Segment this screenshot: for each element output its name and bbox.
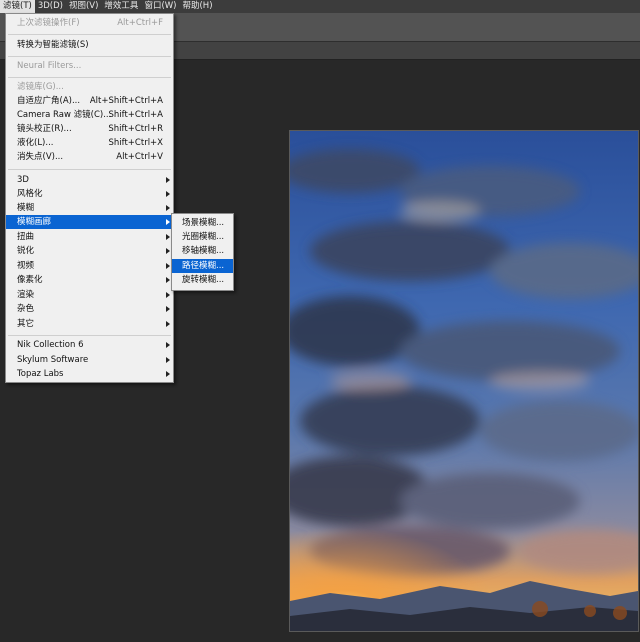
- submenu-arrow-icon: [166, 205, 170, 211]
- menu-separator: [8, 169, 171, 170]
- menu-3d[interactable]: 3D(D): [35, 0, 66, 13]
- menu-item-3d[interactable]: 3D: [6, 173, 173, 187]
- menu-item-blur-gallery[interactable]: 模糊画廊: [6, 215, 173, 229]
- menu-item-video[interactable]: 视频: [6, 259, 173, 273]
- menu-item-neural-filters[interactable]: Neural Filters...: [6, 59, 173, 73]
- menu-item-other[interactable]: 其它: [6, 317, 173, 331]
- submenu-item-path-blur[interactable]: 路径模糊...: [172, 259, 233, 273]
- menu-item-skylum-software[interactable]: Skylum Software: [6, 353, 173, 367]
- submenu-item-tilt-shift[interactable]: 移轴模糊...: [172, 244, 233, 258]
- menu-item-distort[interactable]: 扭曲: [6, 230, 173, 244]
- menu-item-camera-raw[interactable]: Camera Raw 滤镜(C)... Shift+Ctrl+A: [6, 108, 173, 122]
- menu-item-lens-correction[interactable]: 镜头校正(R)... Shift+Ctrl+R: [6, 122, 173, 136]
- menu-separator: [8, 77, 171, 78]
- menu-item-render[interactable]: 渲染: [6, 288, 173, 302]
- menu-item-convert-smart-filter[interactable]: 转换为智能滤镜(S): [6, 38, 173, 52]
- menu-separator: [8, 56, 171, 57]
- filter-menu-dropdown: 上次滤镜操作(F) Alt+Ctrl+F 转换为智能滤镜(S) Neural F…: [5, 13, 174, 383]
- submenu-arrow-icon: [166, 263, 170, 269]
- submenu-item-iris-blur[interactable]: 光圈模糊...: [172, 230, 233, 244]
- submenu-arrow-icon: [166, 371, 170, 377]
- submenu-item-spin-blur[interactable]: 旋转模糊...: [172, 273, 233, 287]
- menu-plugins[interactable]: 增效工具: [101, 0, 141, 13]
- menu-item-noise[interactable]: 杂色: [6, 302, 173, 316]
- submenu-arrow-icon: [166, 219, 170, 225]
- menu-filter[interactable]: 滤镜(T): [0, 0, 35, 13]
- sky-image: [290, 131, 638, 631]
- submenu-arrow-icon: [166, 306, 170, 312]
- submenu-arrow-icon: [166, 342, 170, 348]
- submenu-item-field-blur[interactable]: 场景模糊...: [172, 216, 233, 230]
- menu-item-liquify[interactable]: 液化(L)... Shift+Ctrl+X: [6, 136, 173, 150]
- submenu-arrow-icon: [166, 191, 170, 197]
- menu-item-topaz-labs[interactable]: Topaz Labs: [6, 367, 173, 381]
- submenu-arrow-icon: [166, 292, 170, 298]
- menu-separator: [8, 335, 171, 336]
- menu-bar: 滤镜(T) 3D(D) 视图(V) 增效工具 窗口(W) 帮助(H): [0, 0, 640, 13]
- document-canvas[interactable]: [289, 130, 639, 632]
- menu-item-blur[interactable]: 模糊: [6, 201, 173, 215]
- menu-item-sharpen[interactable]: 锐化: [6, 244, 173, 258]
- menu-item-pixelate[interactable]: 像素化: [6, 273, 173, 287]
- menu-item-stylize[interactable]: 风格化: [6, 187, 173, 201]
- menu-item-last-filter[interactable]: 上次滤镜操作(F) Alt+Ctrl+F: [6, 16, 173, 30]
- submenu-arrow-icon: [166, 277, 170, 283]
- menu-item-vanishing-point[interactable]: 消失点(V)... Alt+Ctrl+V: [6, 150, 173, 164]
- menu-item-nik-collection[interactable]: Nik Collection 6: [6, 338, 173, 352]
- submenu-arrow-icon: [166, 177, 170, 183]
- submenu-arrow-icon: [166, 248, 170, 254]
- menu-view[interactable]: 视图(V): [66, 0, 101, 13]
- submenu-arrow-icon: [166, 234, 170, 240]
- menu-item-filter-gallery[interactable]: 滤镜库(G)...: [6, 80, 173, 94]
- menu-separator: [8, 34, 171, 35]
- submenu-arrow-icon: [166, 321, 170, 327]
- menu-window[interactable]: 窗口(W): [141, 0, 179, 13]
- submenu-arrow-icon: [166, 357, 170, 363]
- menu-help[interactable]: 帮助(H): [179, 0, 215, 13]
- blur-gallery-submenu: 场景模糊... 光圈模糊... 移轴模糊... 路径模糊... 旋转模糊...: [171, 213, 234, 291]
- menu-item-adaptive-wide-angle[interactable]: 自适应广角(A)... Alt+Shift+Ctrl+A: [6, 94, 173, 108]
